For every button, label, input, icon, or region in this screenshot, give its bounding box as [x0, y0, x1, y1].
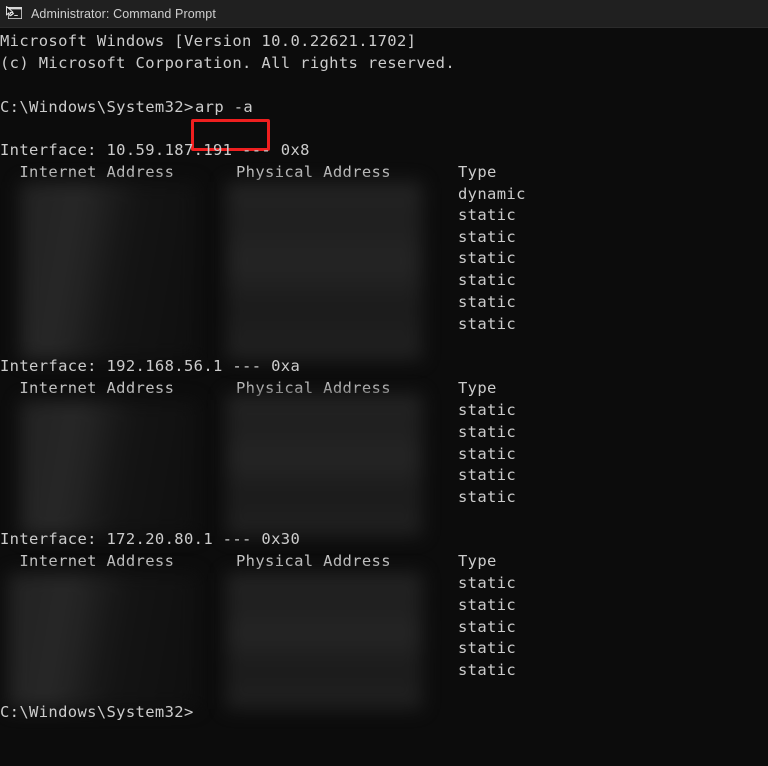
arp-entry-type: static [458, 488, 517, 506]
arp-entry-type: dynamic [458, 185, 526, 203]
interface-header-2: Interface: 192.168.56.1 --- 0xa [0, 357, 301, 375]
arp-entry-type: static [458, 661, 517, 679]
final-prompt-line: C:\Windows\System32> [0, 703, 194, 721]
arp-entry-type: static [458, 466, 517, 484]
column-header-physical-address-3: Physical Address [236, 552, 391, 570]
column-header-internet-address-1: Internet Address [0, 163, 175, 181]
arp-entry-type: static [458, 249, 517, 267]
window-titlebar[interactable]: Administrator: Command Prompt [0, 0, 768, 28]
redacted-internet-addresses-3 [8, 573, 198, 709]
column-header-type-2: Type [458, 379, 497, 397]
arp-entry-type: static [458, 228, 517, 246]
redacted-internet-addresses-2 [20, 400, 198, 536]
arp-entry-type: static [458, 293, 517, 311]
arp-entry-type: static [458, 596, 517, 614]
column-header-physical-address-1: Physical Address [236, 163, 391, 181]
arp-entry-type: static [458, 423, 517, 441]
arp-entry-type: static [458, 271, 517, 289]
arp-entry-type: static [458, 618, 517, 636]
banner-line-copyright: (c) Microsoft Corporation. All rights re… [0, 54, 456, 72]
window-title: Administrator: Command Prompt [31, 6, 216, 21]
arp-entry-type: static [458, 206, 517, 224]
column-header-type-1: Type [458, 163, 497, 181]
redacted-internet-addresses-1 [20, 182, 198, 360]
interface-header-1: Interface: 10.59.187.191 --- 0x8 [0, 141, 310, 159]
arp-entry-type: static [458, 574, 517, 592]
console-output-area[interactable]: Microsoft Windows [Version 10.0.22621.17… [0, 28, 768, 766]
column-header-type-3: Type [458, 552, 497, 570]
interface-header-3: Interface: 172.20.80.1 --- 0x30 [0, 530, 301, 548]
redacted-physical-addresses-3 [226, 573, 422, 709]
redacted-physical-addresses-1 [226, 182, 422, 360]
arp-entry-type: static [458, 315, 517, 333]
prompt-line: C:\Windows\System32> [0, 98, 194, 116]
column-header-internet-address-2: Internet Address [0, 379, 175, 397]
arp-entry-type: static [458, 445, 517, 463]
typed-command: arp -a [195, 98, 254, 116]
arp-entry-type: static [458, 401, 517, 419]
banner-line-version: Microsoft Windows [Version 10.0.22621.17… [0, 32, 417, 50]
arp-entry-type: static [458, 639, 517, 657]
command-prompt-icon [6, 6, 23, 21]
redacted-physical-addresses-2 [226, 394, 422, 536]
column-header-internet-address-3: Internet Address [0, 552, 175, 570]
